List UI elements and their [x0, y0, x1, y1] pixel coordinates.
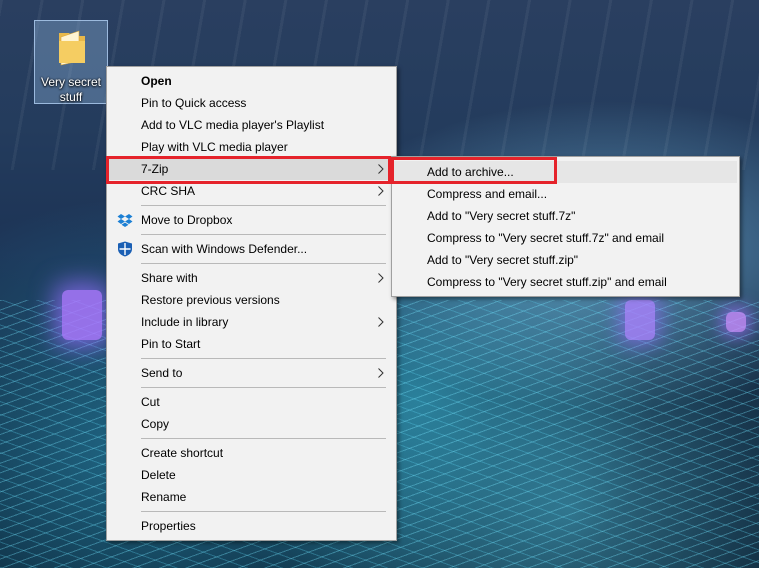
menu-item-pin-to-start[interactable]: Pin to Start	[109, 333, 394, 355]
chevron-right-icon	[378, 368, 384, 378]
context-menu: Open Pin to Quick access Add to VLC medi…	[106, 66, 397, 541]
chevron-right-icon	[378, 186, 384, 196]
menu-item-copy[interactable]: Copy	[109, 413, 394, 435]
menu-separator	[141, 387, 386, 388]
desktop-icon-label: Very secret stuff	[40, 75, 102, 104]
menu-separator	[141, 438, 386, 439]
dropbox-icon	[117, 214, 133, 227]
windows-defender-shield-icon	[118, 241, 132, 257]
menu-item-pin-quick-access[interactable]: Pin to Quick access	[109, 92, 394, 114]
submenu-item-compress-7z-email[interactable]: Compress to "Very secret stuff.7z" and e…	[394, 227, 737, 249]
menu-item-create-shortcut[interactable]: Create shortcut	[109, 442, 394, 464]
highlight-box-add-to-archive	[391, 157, 557, 184]
submenu-item-compress-and-email[interactable]: Compress and email...	[394, 183, 737, 205]
chevron-right-icon	[378, 317, 384, 327]
menu-item-rename[interactable]: Rename	[109, 486, 394, 508]
menu-item-vlc-play[interactable]: Play with VLC media player	[109, 136, 394, 158]
desktop-folder-item[interactable]: Very secret stuff	[34, 20, 108, 104]
menu-separator	[141, 234, 386, 235]
menu-item-include-in-library[interactable]: Include in library	[109, 311, 394, 333]
menu-item-delete[interactable]: Delete	[109, 464, 394, 486]
highlight-box-7zip	[106, 156, 391, 184]
menu-separator	[141, 263, 386, 264]
menu-separator	[141, 358, 386, 359]
wallpaper-glow	[625, 300, 655, 340]
chevron-right-icon	[378, 273, 384, 283]
menu-separator	[141, 511, 386, 512]
wallpaper-glow	[62, 290, 102, 340]
menu-item-cut[interactable]: Cut	[109, 391, 394, 413]
menu-item-scan-defender[interactable]: Scan with Windows Defender...	[109, 238, 394, 260]
menu-item-share-with[interactable]: Share with	[109, 267, 394, 289]
menu-item-send-to[interactable]: Send to	[109, 362, 394, 384]
menu-item-properties[interactable]: Properties	[109, 515, 394, 537]
submenu-item-compress-zip-email[interactable]: Compress to "Very secret stuff.zip" and …	[394, 271, 737, 293]
wallpaper-glow	[726, 312, 746, 332]
menu-item-vlc-playlist[interactable]: Add to VLC media player's Playlist	[109, 114, 394, 136]
menu-item-move-to-dropbox[interactable]: Move to Dropbox	[109, 209, 394, 231]
menu-item-open[interactable]: Open	[109, 70, 394, 92]
folder-icon	[59, 30, 85, 66]
submenu-item-add-to-zip[interactable]: Add to "Very secret stuff.zip"	[394, 249, 737, 271]
menu-separator	[141, 205, 386, 206]
menu-item-restore-previous[interactable]: Restore previous versions	[109, 289, 394, 311]
submenu-item-add-to-7z[interactable]: Add to "Very secret stuff.7z"	[394, 205, 737, 227]
